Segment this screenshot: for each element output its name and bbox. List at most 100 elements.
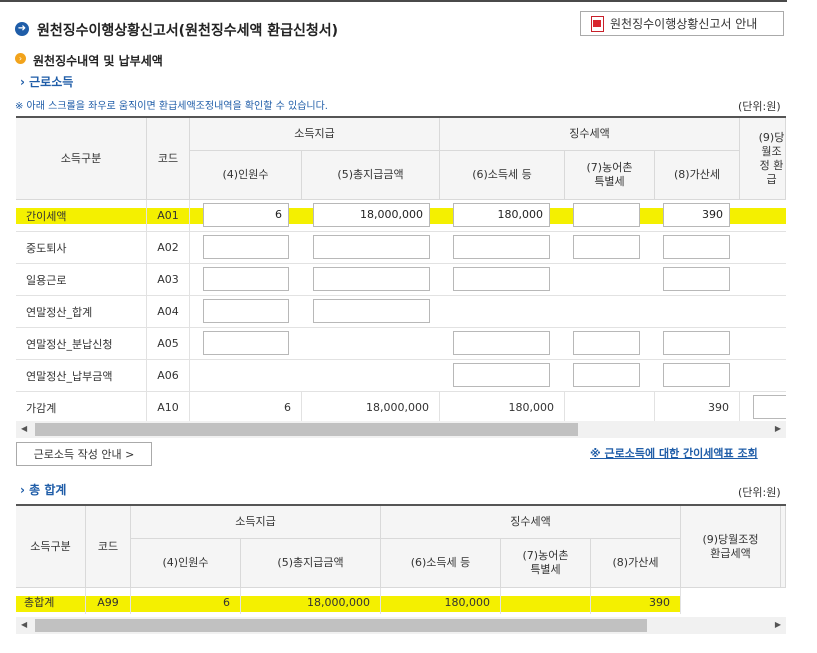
header-code: 코드 [86, 506, 131, 588]
table-row: 연말정산_분납신청 A05 [16, 328, 786, 360]
scroll-notice: ※ 아래 스크롤을 좌우로 움직이면 환급세액조정내역을 확인할 수 있습니다. [15, 101, 328, 112]
scroll-right-icon[interactable]: ▶ [775, 424, 781, 433]
simplified-tax-table-link[interactable]: ※ 근로소득에 대한 간이세액표 조회 [590, 445, 758, 461]
row-label: 중도퇴사 [16, 232, 147, 263]
horizontal-scrollbar-total[interactable]: ◀ ▶ [16, 617, 786, 634]
table-row: 연말정산_합계 A04 [16, 296, 786, 328]
row-label: 가감계 [16, 392, 147, 421]
header-category: 소득구분 [16, 118, 147, 200]
header-code: 코드 [147, 118, 190, 200]
row-label: 총합계 [16, 588, 86, 614]
penalty-input[interactable]: 390 [663, 203, 730, 227]
total-pay-input[interactable] [313, 299, 430, 323]
income-tax-input[interactable] [453, 235, 550, 259]
row-label: 일용근로 [16, 264, 147, 295]
header-overflow [781, 506, 786, 588]
persons-value: 6 [131, 588, 241, 614]
scroll-thumb[interactable] [35, 423, 578, 436]
scroll-thumb[interactable] [35, 619, 647, 632]
penalty-value: 390 [655, 392, 740, 421]
total-pay-input[interactable] [313, 267, 430, 291]
earned-income-guide-button[interactable]: 근로소득 작성 안내 > [16, 442, 152, 466]
header-penalty: (8)가산세 [591, 539, 681, 588]
header-persons: (4)인원수 [131, 539, 241, 588]
row-label: 연말정산_분납신청 [16, 328, 147, 359]
penalty-input[interactable] [663, 331, 730, 355]
total-pay-value: 18,000,000 [241, 588, 381, 614]
rural-tax-value [501, 588, 591, 614]
report-guide-label: 원천징수이행상황신고서 안내 [610, 17, 758, 31]
earned-income-table: 소득구분 코드 소득지급 징수세액 (9)당월조정 환급 (4)인원수 (5)총… [16, 116, 786, 421]
page-title: 원천징수이행상황신고서(원천징수세액 환급신청서) [37, 23, 339, 39]
income-tax-value: 180,000 [381, 588, 501, 614]
penalty-input[interactable] [663, 363, 730, 387]
persons-input[interactable] [203, 331, 289, 355]
penalty-input[interactable] [663, 235, 730, 259]
chevron-right-icon: › [20, 75, 25, 89]
title-bullet-icon: ➜ [15, 22, 29, 36]
header-withholding: 징수세액 [440, 118, 740, 151]
table-row: 연말정산_납부금액 A06 [16, 360, 786, 392]
pdf-icon [591, 16, 604, 32]
unit-label: (단위:원) [738, 100, 781, 113]
row-label: 연말정산_합계 [16, 296, 147, 327]
total-pay-value: 18,000,000 [302, 392, 440, 421]
scroll-left-icon[interactable]: ◀ [21, 620, 27, 629]
row-code: A02 [147, 232, 190, 263]
chevron-right-icon: › [20, 483, 25, 497]
row-code: A04 [147, 296, 190, 327]
header-category: 소득구분 [16, 506, 86, 588]
income-tax-input[interactable]: 180,000 [453, 203, 550, 227]
header-total-pay: (5)총지급금액 [302, 151, 440, 200]
unit-label-total: (단위:원) [738, 486, 781, 499]
penalty-input[interactable] [663, 267, 730, 291]
horizontal-scrollbar[interactable]: ◀ ▶ [16, 421, 786, 438]
header-rural-tax: (7)농어촌 특별세 [565, 151, 655, 200]
header-withholding: 징수세액 [381, 506, 681, 539]
refund-input[interactable] [753, 395, 786, 419]
income-tax-input[interactable] [453, 363, 550, 387]
persons-value: 6 [190, 392, 302, 421]
rural-tax-input[interactable] [573, 235, 640, 259]
rural-tax-value [565, 392, 655, 421]
rural-tax-input[interactable] [573, 363, 640, 387]
header-income-tax: (6)소득세 등 [381, 539, 501, 588]
earned-income-heading: › 근로소득 [20, 73, 73, 90]
income-tax-input[interactable] [453, 331, 550, 355]
grand-total-table: 소득구분 코드 소득지급 징수세액 (9)당월조정 환급세액 (4)인원수 (5… [16, 504, 786, 614]
income-tax-input[interactable] [453, 267, 550, 291]
header-income-payment: 소득지급 [131, 506, 381, 539]
row-label: 간이세액 [16, 200, 147, 231]
table-row: 가감계 A10 6 18,000,000 180,000 390 [16, 392, 786, 421]
rural-tax-input[interactable] [573, 331, 640, 355]
grand-total-label: 총 합계 [29, 483, 67, 497]
total-pay-input[interactable] [313, 235, 430, 259]
persons-input[interactable] [203, 267, 289, 291]
section-bullet-icon: › [15, 53, 26, 64]
header-income-tax: (6)소득세 등 [440, 151, 565, 200]
row-code: A03 [147, 264, 190, 295]
persons-input[interactable] [203, 235, 289, 259]
row-label: 연말정산_납부금액 [16, 360, 147, 391]
table-row: 중도퇴사 A02 [16, 232, 786, 264]
persons-input[interactable]: 6 [203, 203, 289, 227]
earned-income-label: 근로소득 [29, 75, 74, 89]
total-pay-input[interactable]: 18,000,000 [313, 203, 430, 227]
header-rural-tax: (7)농어촌 특별세 [501, 539, 591, 588]
report-guide-button[interactable]: 원천징수이행상황신고서 안내 [580, 11, 784, 36]
header-persons: (4)인원수 [190, 151, 302, 200]
row-code: A99 [86, 588, 131, 614]
header-penalty: (8)가산세 [655, 151, 740, 200]
rural-tax-input[interactable] [573, 203, 640, 227]
scroll-left-icon[interactable]: ◀ [21, 424, 27, 433]
header-total-pay: (5)총지급금액 [241, 539, 381, 588]
top-border [0, 0, 787, 2]
penalty-value: 390 [591, 588, 681, 614]
header-refund: (9)당월조정 환급세액 [681, 506, 781, 588]
table-row: 총합계 A99 6 18,000,000 180,000 390 [16, 588, 786, 614]
header-refund: (9)당월조정 환급 [740, 118, 786, 200]
grand-total-heading: › 총 합계 [20, 481, 66, 498]
row-code: A10 [147, 392, 190, 421]
persons-input[interactable] [203, 299, 289, 323]
scroll-right-icon[interactable]: ▶ [775, 620, 781, 629]
